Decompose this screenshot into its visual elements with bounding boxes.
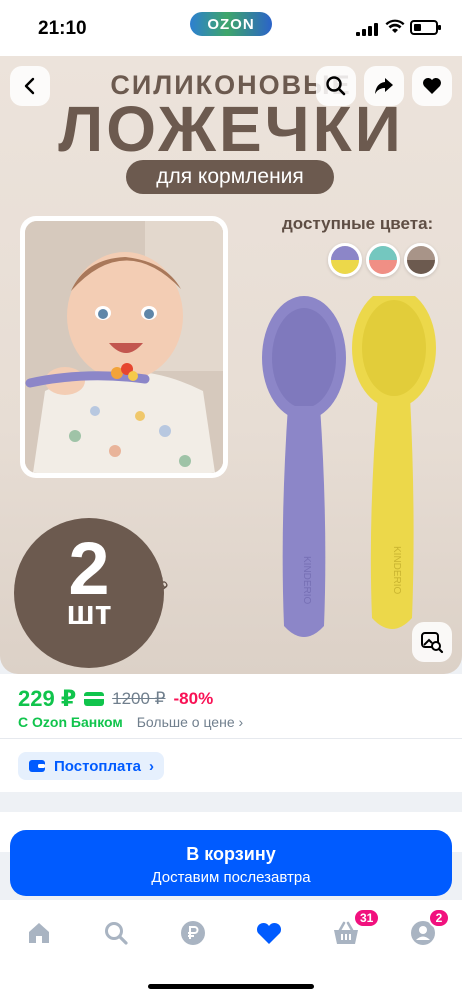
svg-text:KINDERIO: KINDERIO (391, 546, 402, 595)
ozon-app-badge: OZON (190, 12, 272, 36)
image-search-icon (421, 632, 444, 654)
home-indicator (148, 984, 314, 989)
heart-icon (423, 78, 441, 94)
heart-icon (256, 922, 282, 944)
postpay-chip[interactable]: Постоплата › (18, 752, 165, 780)
share-icon (375, 78, 393, 94)
divider (0, 738, 462, 739)
bank-row: С Ozon Банком Больше о цене › (18, 714, 243, 730)
color-swatch-3 (404, 243, 438, 277)
share-button[interactable] (364, 66, 404, 106)
svg-text:KINDERIO: KINDERIO (301, 556, 312, 605)
current-price: 229 ₽ (18, 686, 77, 711)
favorite-button[interactable] (412, 66, 452, 106)
status-bar: 21:10 OZON (0, 0, 462, 56)
hero-subtitle: для кормления (126, 160, 334, 194)
price-block: 229 ₽ 1200 ₽ -80% С Ozon Банком Больше о… (0, 674, 462, 792)
search-button[interactable] (316, 66, 356, 106)
ozon-bank-label: С Ozon Банком (18, 714, 123, 730)
more-price-link[interactable]: Больше о цене › (137, 714, 243, 730)
battery-level (414, 24, 421, 31)
profile-notification-badge: 2 (428, 908, 450, 928)
wifi-icon (385, 19, 405, 33)
hero-subtitle-text: для кормления (156, 165, 304, 188)
ruble-icon (181, 921, 205, 945)
cart-button-title: В корзину (186, 844, 276, 864)
chevron-right-icon: › (238, 714, 244, 730)
battery-icon (410, 20, 441, 35)
tab-profile[interactable]: 2 (406, 908, 450, 948)
signal-icon (356, 22, 378, 36)
chevron-right-icon: › (149, 757, 155, 775)
cart-count-badge: 31 (353, 908, 381, 928)
tab-favorites[interactable] (252, 918, 286, 948)
old-price: 1200 ₽ (112, 689, 166, 708)
product-image[interactable]: СИЛИКОНОВЫЕ ЛОЖЕЧКИ для кормления доступ… (0, 56, 462, 674)
visual-search-button[interactable] (412, 622, 452, 662)
back-button[interactable] (10, 66, 50, 106)
status-time: 21:10 (38, 18, 87, 39)
baby-photo (25, 221, 223, 473)
postpay-label: Постоплата (54, 757, 142, 775)
discount-label: -80% (173, 689, 214, 708)
cart-button-subtitle: Доставим послезавтра (151, 869, 311, 886)
section-gap (0, 792, 462, 812)
more-price-label: Больше о цене (136, 714, 235, 730)
tab-search[interactable] (99, 918, 133, 948)
color-swatch-1 (328, 243, 362, 277)
tab-ruble[interactable] (176, 918, 210, 948)
color-swatch-2 (366, 243, 400, 277)
baby-photo-frame (20, 216, 228, 478)
spoons-illustration: KINDERIO KINDERIO (262, 296, 436, 637)
home-icon (29, 923, 49, 943)
colors-label: доступные цвета: (282, 214, 434, 233)
wallet-icon (29, 760, 45, 772)
tab-home[interactable] (22, 918, 56, 948)
chevron-left-icon (24, 77, 35, 95)
quantity-unit: шт (66, 594, 112, 632)
search-icon (105, 922, 128, 945)
ozon-badge-label: OZON (207, 15, 255, 33)
price-row: 229 ₽ 1200 ₽ -80% (18, 686, 213, 712)
add-to-cart-button[interactable]: В корзину Доставим послезавтра (10, 830, 452, 896)
card-icon (84, 692, 105, 706)
tab-cart[interactable]: 31 (329, 908, 381, 948)
search-icon (326, 76, 346, 96)
